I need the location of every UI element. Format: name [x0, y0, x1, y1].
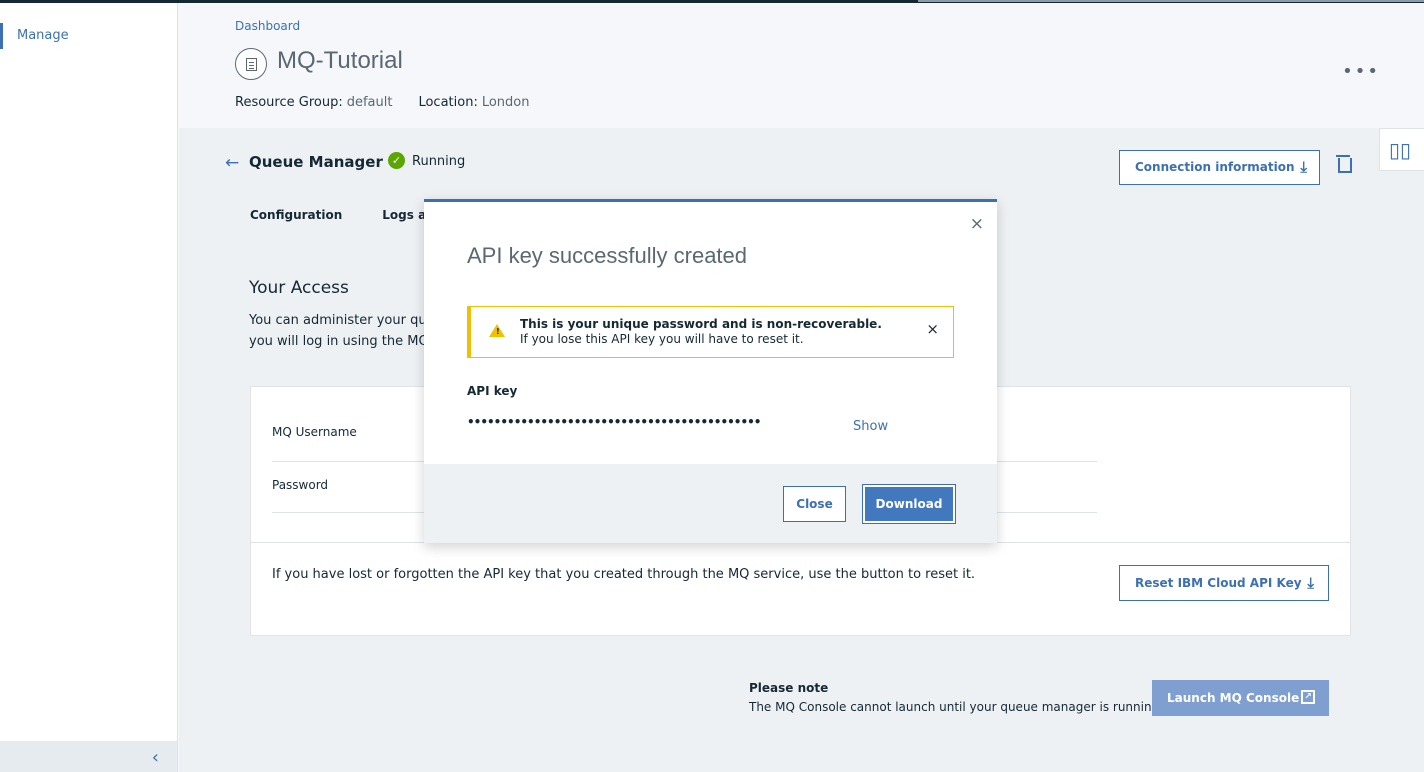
- warning-icon: !: [489, 324, 505, 337]
- sidebar: Manage ‹: [0, 3, 178, 772]
- download-icon: ⤓: [1307, 574, 1314, 592]
- sidebar-item-manage[interactable]: Manage: [0, 23, 177, 49]
- tab-configuration[interactable]: Configuration: [250, 208, 342, 222]
- launch-mq-console-label: Launch MQ Console: [1167, 691, 1300, 705]
- warning-body: If you lose this API key you will have t…: [520, 332, 804, 346]
- map-toggle-button[interactable]: ▯▯: [1379, 128, 1424, 171]
- service-meta: Resource Group: default Location: London: [235, 95, 530, 110]
- close-icon[interactable]: ×: [970, 214, 984, 234]
- password-label: Password: [272, 478, 329, 492]
- api-key-modal: × API key successfully created ! This is…: [424, 199, 997, 543]
- checkmark-icon: ✓: [388, 152, 405, 169]
- overflow-menu-icon[interactable]: •••: [1342, 61, 1380, 82]
- breadcrumb-dashboard[interactable]: Dashboard: [235, 19, 300, 33]
- location-label: Location:: [418, 95, 478, 110]
- map-icon: ▯▯: [1389, 138, 1412, 162]
- note-body: The MQ Console cannot launch until your …: [749, 700, 1164, 714]
- api-key-masked-value: ••••••••••••••••••••••••••••••••••••••••…: [467, 415, 761, 429]
- resource-group-value: default: [346, 95, 393, 110]
- trash-icon[interactable]: [1336, 155, 1352, 173]
- location-value: London: [481, 95, 530, 110]
- queue-manager-title: Queue Manager: [249, 153, 383, 171]
- reset-description: If you have lost or forgotten the API ke…: [272, 567, 976, 582]
- close-button[interactable]: Close: [783, 486, 846, 522]
- back-arrow-icon[interactable]: ←: [225, 153, 239, 173]
- mq-username-label: MQ Username: [272, 425, 357, 439]
- access-desc-line-1: You can administer your qu: [249, 313, 424, 328]
- chevron-left-icon: ‹: [151, 747, 159, 768]
- page-title: MQ-Tutorial: [277, 47, 403, 74]
- api-key-label: API key: [467, 384, 518, 398]
- sidebar-collapse-button[interactable]: ‹: [0, 741, 177, 772]
- launch-icon: ↗: [1301, 690, 1315, 704]
- download-button[interactable]: Download: [862, 484, 956, 524]
- access-title: Your Access: [249, 278, 349, 298]
- warning-close-icon[interactable]: ×: [926, 320, 939, 338]
- warning-notification: ! This is your unique password and is no…: [467, 306, 954, 358]
- note-heading: Please note: [749, 681, 829, 695]
- reset-api-key-button[interactable]: Reset IBM Cloud API Key ⤓: [1119, 565, 1329, 601]
- service-icon: [235, 48, 267, 80]
- modal-footer: Close Download: [424, 464, 997, 543]
- document-icon: [246, 58, 257, 71]
- service-header: Dashboard MQ-Tutorial Resource Group: def…: [179, 3, 1424, 128]
- launch-mq-console-button[interactable]: Launch MQ Console ↗: [1152, 680, 1329, 716]
- warning-title: This is your unique password and is non-…: [520, 317, 882, 331]
- modal-title: API key successfully created: [467, 243, 748, 268]
- top-bar-segment: [918, 0, 1424, 2]
- show-api-key-link[interactable]: Show: [853, 419, 888, 434]
- resource-group-label: Resource Group:: [235, 95, 343, 110]
- connection-information-label: Connection information: [1135, 160, 1295, 174]
- connection-information-button[interactable]: Connection information ⤓: [1119, 150, 1320, 185]
- access-description: You can administer your qu you will log …: [249, 310, 424, 352]
- access-desc-line-2: you will log in using the MQ: [249, 334, 424, 349]
- warning-icon-glyph: !: [496, 327, 500, 336]
- reset-api-key-label: Reset IBM Cloud API Key: [1135, 576, 1302, 590]
- status-text: Running: [412, 154, 466, 169]
- download-icon: ⤓: [1300, 158, 1307, 176]
